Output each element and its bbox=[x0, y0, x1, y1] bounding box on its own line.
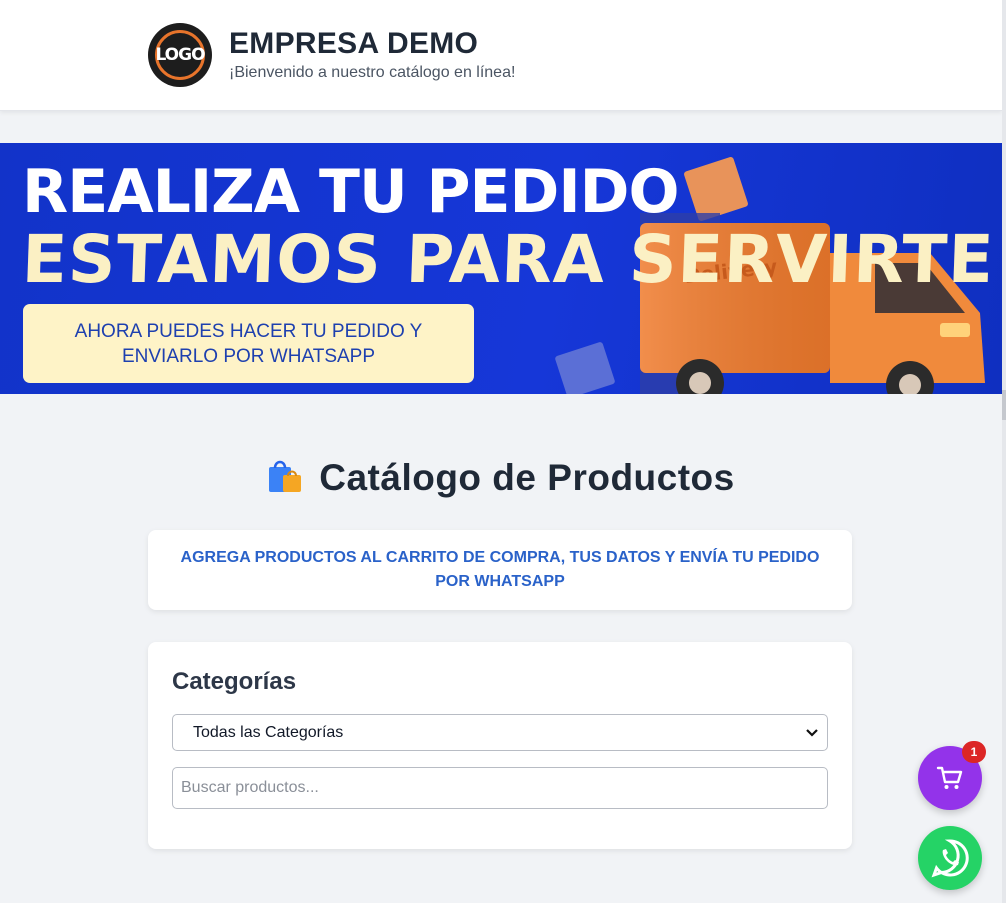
page-scrollbar[interactable] bbox=[1002, 0, 1006, 903]
catalog-title: Catálogo de Productos bbox=[319, 457, 735, 498]
company-name: EMPRESA DEMO bbox=[229, 27, 479, 60]
floating-box-icon bbox=[554, 341, 616, 394]
banner-info-line1: AHORA PUEDES HACER TU PEDIDO Y bbox=[74, 320, 423, 342]
scrollbar-thumb[interactable] bbox=[1002, 390, 1006, 420]
banner-info-line2: ENVIARLO POR WHATSAPP bbox=[121, 345, 376, 367]
cart-icon bbox=[936, 766, 963, 789]
site-header: LOGO EMPRESA DEMO ¡Bienvenido a nuestro … bbox=[0, 0, 1002, 111]
logo-text: LOGO bbox=[155, 45, 205, 65]
shopping-bags-icon bbox=[269, 460, 302, 492]
order-instructions: AGREGA PRODUCTOS AL CARRITO DE COMPRA, T… bbox=[148, 530, 852, 610]
welcome-message: ¡Bienvenido a nuestro catálogo en línea! bbox=[229, 64, 516, 81]
whatsapp-button[interactable] bbox=[918, 826, 982, 890]
whatsapp-icon bbox=[931, 839, 969, 878]
categories-heading: Categorías bbox=[172, 668, 297, 695]
order-instructions-text: AGREGA PRODUCTOS AL CARRITO DE COMPRA, T… bbox=[180, 549, 820, 590]
category-select-value: Todas las Categorías bbox=[193, 723, 344, 741]
banner-info-box: AHORA PUEDES HACER TU PEDIDO Y ENVIARLO … bbox=[23, 304, 474, 383]
category-select[interactable]: Todas las Categorías bbox=[172, 714, 828, 751]
chevron-down-icon bbox=[806, 729, 818, 737]
banner-tagline: ESTAMOS PARA SERVIRTE bbox=[20, 221, 996, 298]
banner-headline: REALIZA TU PEDIDO bbox=[22, 157, 679, 227]
promo-banner: Delivery REALIZA TU PEDIDO ESTAMOS PARA … bbox=[0, 143, 1002, 394]
cart-count-badge: 1 bbox=[962, 741, 986, 763]
floating-box-icon bbox=[683, 156, 749, 222]
catalog-title-row: Catálogo de Productos bbox=[0, 457, 1002, 499]
company-logo[interactable]: LOGO bbox=[148, 23, 212, 87]
category-filter-panel: Categorías Todas las Categorías bbox=[148, 642, 852, 849]
product-search-input[interactable] bbox=[172, 767, 828, 809]
